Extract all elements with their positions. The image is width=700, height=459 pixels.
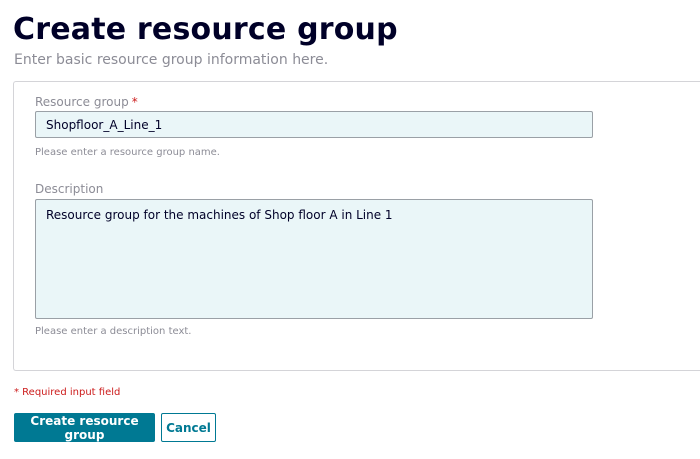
required-star: * <box>131 95 138 109</box>
cancel-button[interactable]: Cancel <box>161 413 216 442</box>
required-field-note: * Required input field <box>14 387 121 398</box>
page-title: Create resource group <box>13 12 398 47</box>
description-label: Description <box>35 182 104 196</box>
create-resource-group-page: Create resource group Enter basic resour… <box>0 0 700 459</box>
resource-group-input[interactable] <box>35 111 593 138</box>
resource-group-label: Resource group * <box>35 95 138 109</box>
description-textarea[interactable]: Resource group for the machines of Shop … <box>35 199 593 319</box>
page-subtitle: Enter basic resource group information h… <box>14 52 329 68</box>
description-hint: Please enter a description text. <box>35 326 192 337</box>
resource-group-label-text: Resource group <box>35 95 129 109</box>
create-resource-group-button[interactable]: Create resource group <box>14 413 155 442</box>
resource-group-hint: Please enter a resource group name. <box>35 147 220 158</box>
